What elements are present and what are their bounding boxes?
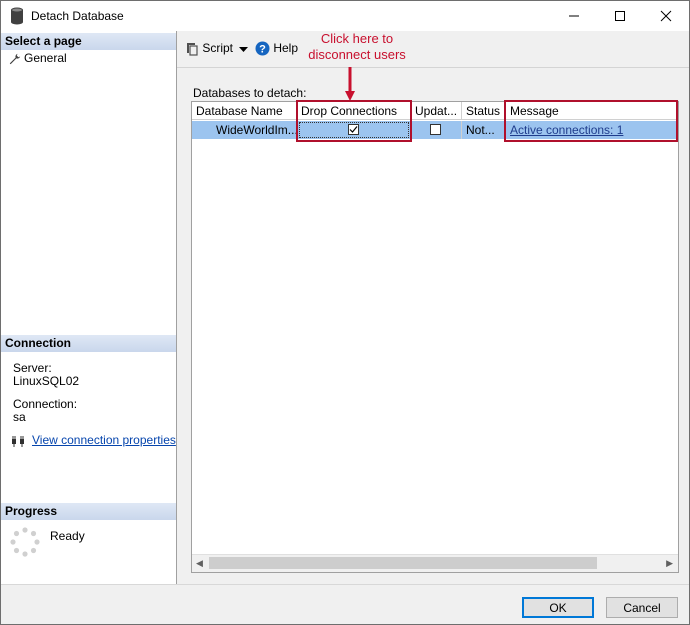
script-button[interactable]: Script <box>185 41 233 56</box>
sidebar: Select a page General Connection Server:… <box>1 31 177 584</box>
databases-grid: Database Name Drop Connections Updat... … <box>191 100 679 573</box>
cell-database-name[interactable]: WideWorldIm... <box>192 121 297 139</box>
column-header-database-name[interactable]: Database Name <box>192 102 297 120</box>
annotation-line-1: Click here to <box>320 31 394 46</box>
title-bar: Detach Database <box>1 1 689 31</box>
cell-update[interactable] <box>411 121 462 139</box>
help-icon: ? <box>255 41 270 56</box>
column-header-update[interactable]: Updat... <box>411 102 462 120</box>
progress-heading: Progress <box>1 503 176 520</box>
script-label: Script <box>202 41 234 55</box>
spinner-icon <box>10 527 40 557</box>
cancel-button[interactable]: Cancel <box>606 597 678 618</box>
script-icon <box>187 42 198 56</box>
sidebar-item-label: General <box>24 51 67 65</box>
ok-button[interactable]: OK <box>522 597 594 618</box>
maximize-button[interactable] <box>597 1 643 31</box>
window-title: Detach Database <box>31 9 124 23</box>
view-connection-properties[interactable]: View connection properties <box>11 433 176 447</box>
connection-properties-icon <box>12 435 24 447</box>
minimize-icon <box>569 15 579 17</box>
toolbar: Script ? Help <box>177 31 689 67</box>
toolbar-divider <box>177 67 689 68</box>
annotation-arrow-icon <box>345 67 355 101</box>
script-dropdown[interactable] <box>239 42 248 56</box>
connection-value: sa <box>13 410 26 424</box>
connection-label: Connection: <box>13 397 78 411</box>
databases-to-detach-label: Databases to detach: <box>193 86 307 100</box>
server-value: LinuxSQL02 <box>13 374 80 388</box>
scroll-right-icon[interactable]: ▶ <box>666 558 673 569</box>
scrollbar-thumb[interactable] <box>209 557 597 569</box>
close-button[interactable] <box>643 1 689 31</box>
progress-status: Ready <box>50 529 85 543</box>
minimize-button[interactable] <box>551 1 597 31</box>
select-page-heading: Select a page <box>1 33 176 50</box>
main-content: Script ? Help Click here to disconnect u… <box>177 31 689 584</box>
column-header-status[interactable]: Status <box>462 102 506 120</box>
horizontal-scrollbar[interactable]: ◀ ▶ <box>192 554 678 572</box>
svg-text:?: ? <box>259 44 266 56</box>
view-connection-properties-link[interactable]: View connection properties <box>32 433 176 447</box>
detach-database-dialog: Detach Database Select a page General Co… <box>0 0 690 625</box>
scroll-left-icon[interactable]: ◀ <box>196 558 203 569</box>
cell-status[interactable]: Not... <box>462 121 506 139</box>
sidebar-item-general[interactable]: General <box>9 51 67 65</box>
close-icon <box>660 10 672 22</box>
connection-heading: Connection <box>1 335 176 352</box>
message-highlight <box>504 100 678 142</box>
database-icon <box>11 7 23 25</box>
wrench-icon <box>9 53 21 65</box>
chevron-down-icon <box>239 47 248 52</box>
annotation-line-2: disconnect users <box>308 47 406 62</box>
update-checkbox[interactable] <box>430 124 441 135</box>
server-label: Server: <box>13 361 52 375</box>
maximize-icon <box>615 11 625 21</box>
dialog-footer: OK Cancel <box>1 584 689 624</box>
drop-connections-highlight <box>296 100 412 142</box>
annotation-callout: Click here to disconnect users <box>287 31 427 63</box>
